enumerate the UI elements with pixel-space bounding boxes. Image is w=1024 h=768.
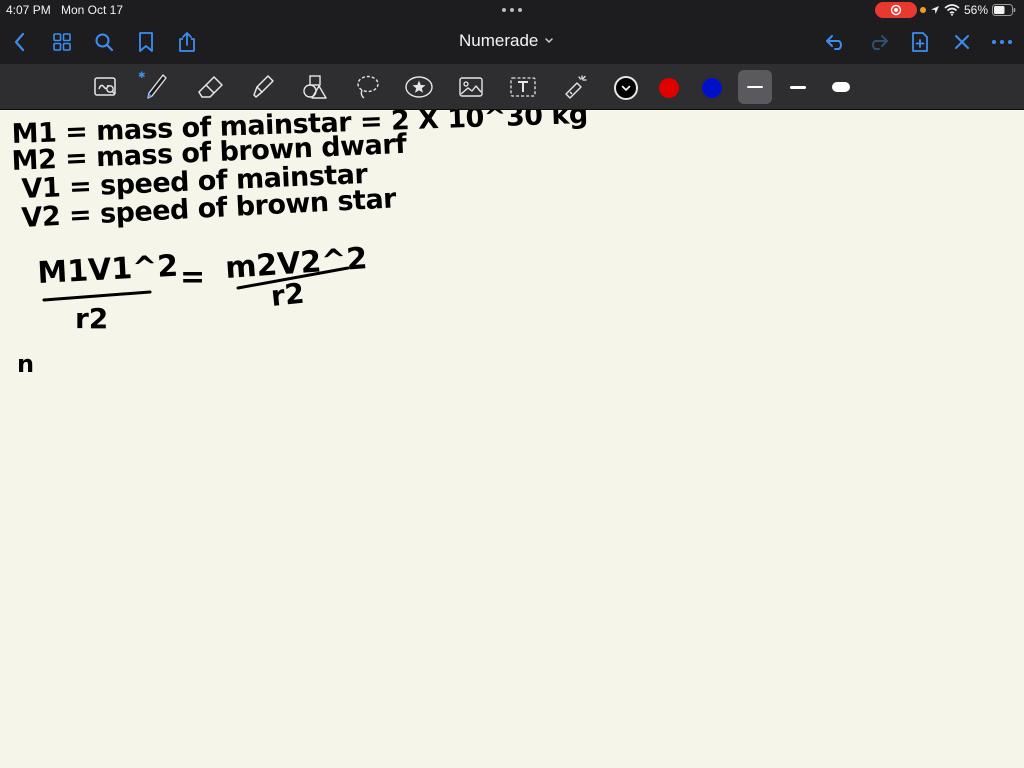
battery-percent: 56% — [963, 3, 988, 17]
shapes-tool[interactable] — [297, 68, 333, 106]
wifi-icon — [944, 4, 960, 16]
grid-icon — [53, 33, 71, 51]
lasso-tool[interactable] — [350, 68, 386, 106]
status-time: 4:07 PM — [6, 3, 51, 17]
eraser-icon — [198, 76, 223, 98]
grid-view-button[interactable] — [48, 28, 76, 56]
undo-button[interactable] — [822, 28, 850, 56]
chevron-down-icon — [545, 38, 554, 44]
share-button[interactable] — [173, 28, 201, 56]
equation-left-numerator: M1V1^2 — [37, 249, 179, 291]
add-page-icon — [912, 32, 928, 52]
thick-line-icon — [832, 82, 850, 92]
pen-tool[interactable] — [138, 68, 174, 106]
camera-in-use-icon — [919, 7, 926, 13]
top-bar: 4:07 PM Mon Oct 17 56% Numerade — [0, 0, 1024, 64]
zoom-window-icon — [94, 77, 116, 96]
search-icon — [95, 33, 114, 52]
undo-icon — [826, 35, 842, 50]
battery-icon — [992, 4, 1016, 16]
back-button[interactable] — [6, 28, 34, 56]
elements-tool[interactable] — [401, 68, 437, 106]
eraser-tool[interactable] — [193, 68, 229, 106]
laser-pointer-tool[interactable] — [557, 68, 593, 106]
highlighter-tool[interactable] — [245, 68, 281, 106]
lasso-icon — [357, 75, 379, 99]
chevron-down-icon — [621, 85, 631, 92]
thickness-thin-option[interactable] — [738, 70, 772, 104]
color-red-swatch[interactable] — [659, 78, 679, 98]
tool-bar: ✱ — [0, 64, 1024, 110]
equation-left-denominator: r2 — [75, 302, 108, 335]
medium-line-icon — [790, 85, 806, 89]
add-page-button[interactable] — [906, 28, 934, 56]
shapes-icon — [303, 75, 327, 99]
status-right: 56% — [919, 2, 1016, 18]
redo-button[interactable] — [864, 28, 892, 56]
status-date: Mon Oct 17 — [61, 3, 124, 17]
share-icon — [179, 32, 195, 52]
bookmark-button[interactable] — [132, 28, 160, 56]
thin-line-icon — [747, 86, 763, 88]
note-trailing-mark: n — [17, 350, 34, 378]
highlighter-icon — [253, 75, 274, 98]
chevron-left-icon — [14, 32, 25, 52]
location-icon — [930, 6, 939, 14]
equation-left-fraction-bar — [42, 290, 152, 302]
laser-pointer-icon — [565, 75, 587, 99]
bookmark-icon — [139, 32, 153, 52]
pen-icon — [147, 74, 167, 99]
close-icon — [955, 35, 969, 49]
close-button[interactable] — [948, 28, 976, 56]
color-black-swatch[interactable] — [614, 76, 638, 100]
thickness-medium-option[interactable] — [781, 70, 815, 104]
lasso-zoom-tool[interactable] — [88, 68, 124, 106]
color-blue-swatch[interactable] — [702, 78, 722, 98]
search-button[interactable] — [90, 28, 118, 56]
document-title: Numerade — [459, 31, 539, 50]
more-icon — [992, 40, 1012, 44]
text-box-icon — [510, 77, 536, 97]
text-tool[interactable] — [505, 68, 541, 106]
more-button[interactable] — [988, 28, 1016, 56]
record-icon — [890, 4, 902, 16]
note-canvas[interactable]: M1 = mass of mainstar = 2 X 10^30 kg M2 … — [0, 110, 1024, 768]
screen-recording-indicator[interactable] — [875, 2, 917, 18]
equation-right-denominator: r2 — [269, 277, 306, 313]
handwriting-layer: M1 = mass of mainstar = 2 X 10^30 kg M2 … — [11, 110, 588, 378]
redo-icon — [872, 35, 888, 50]
thickness-thick-option[interactable] — [824, 70, 858, 104]
multitasking-icon[interactable] — [500, 4, 524, 14]
document-title-menu[interactable]: Numerade — [459, 31, 554, 51]
image-icon — [459, 77, 483, 97]
star-sticker-icon — [405, 76, 433, 98]
equation-equals: = — [180, 260, 205, 295]
image-tool[interactable] — [453, 68, 489, 106]
